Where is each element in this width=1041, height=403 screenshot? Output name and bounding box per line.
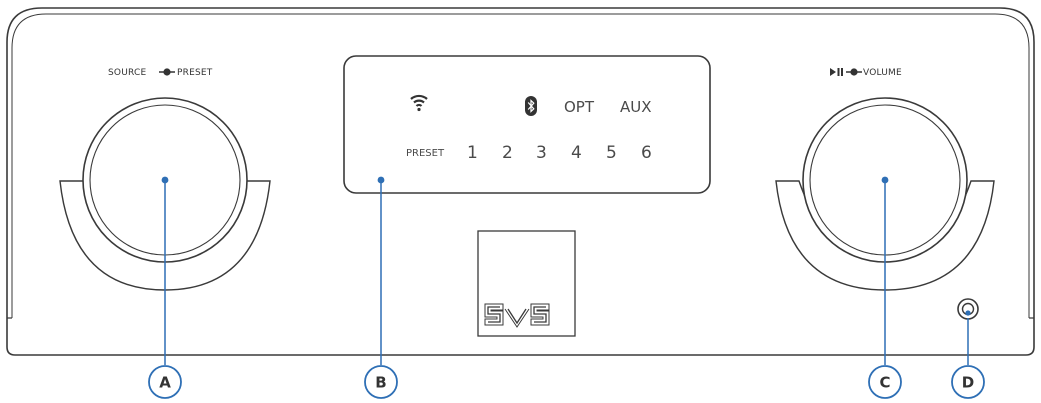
display-opt: OPT: [564, 98, 595, 116]
callout-b-letter: B: [375, 374, 386, 392]
left-knob-label: SOURCE PRESET: [108, 68, 213, 78]
preset-number-5: 5: [606, 143, 617, 163]
callout-dot-a: [161, 176, 169, 184]
knob-turn-icon: [159, 68, 175, 76]
callout-dot-c: [881, 176, 889, 184]
front-panel-diagram: SOURCE PRESET VOLUME OPT AUX PRESET 1 2 …: [6, 7, 1035, 399]
preset-number-6: 6: [641, 143, 652, 163]
left-knob-label-preset: PRESET: [177, 68, 213, 78]
callout-c: C: [868, 365, 902, 399]
callout-d: D: [951, 365, 985, 399]
callout-c-letter: C: [879, 374, 890, 392]
preset-number-1: 1: [467, 143, 478, 163]
callout-b: B: [364, 365, 398, 399]
knob-turn-icon-right: [846, 68, 862, 76]
left-knob-label-source: SOURCE: [108, 68, 146, 78]
headphone-jack-icon[interactable]: [957, 298, 979, 320]
callout-dot-d: [965, 310, 971, 316]
callout-a: A: [148, 365, 182, 399]
right-knob-label-volume: VOLUME: [863, 68, 902, 78]
bluetooth-icon: [525, 96, 537, 116]
right-knob-label: VOLUME: [830, 68, 902, 78]
callout-d-letter: D: [962, 374, 974, 392]
play-pause-icon: [830, 68, 843, 76]
display-aux: AUX: [620, 98, 652, 116]
front-display: [343, 55, 711, 194]
preset-number-2: 2: [502, 143, 513, 163]
svs-logo: [477, 230, 576, 337]
preset-number-3: 3: [536, 143, 547, 163]
callout-a-letter: A: [159, 374, 171, 392]
preset-number-4: 4: [571, 143, 582, 163]
display-preset-label: PRESET: [406, 148, 445, 159]
callout-dot-b: [377, 176, 385, 184]
